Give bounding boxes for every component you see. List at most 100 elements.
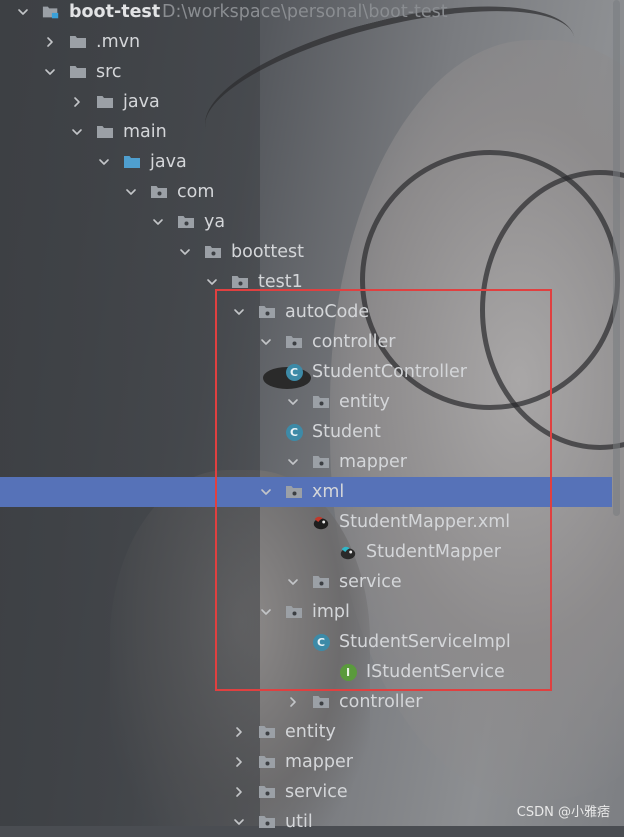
tree-item-label: StudentMapper [366, 542, 501, 562]
tree-row-student[interactable]: C Student [0, 417, 612, 447]
tree-row-java[interactable]: java [0, 87, 612, 117]
tree-row-entity[interactable]: entity [0, 387, 612, 417]
tree-row-boottest[interactable]: boottest [0, 237, 612, 267]
chevron-right-icon[interactable] [285, 694, 301, 710]
tree-item-label: main [123, 122, 167, 142]
chevron-right-icon[interactable] [231, 754, 247, 770]
chevron-right-icon[interactable] [42, 34, 58, 50]
tree-row-studentmapper[interactable]: StudentMapper [0, 537, 612, 567]
tree-row-studentserviceimpl[interactable]: C StudentServiceImpl [0, 627, 612, 657]
class-icon: C [285, 363, 303, 381]
chevron-down-icon[interactable] [96, 154, 112, 170]
tree-row-istudentservice[interactable]: I IStudentService [0, 657, 612, 687]
tree-row-entity[interactable]: entity [0, 717, 612, 747]
folder-icon [96, 124, 114, 140]
project-path: D:\workspace\personal\boot-test [162, 2, 448, 22]
chevron-down-icon[interactable] [258, 604, 274, 620]
scrollbar[interactable] [613, 0, 620, 516]
chevron-down-icon[interactable] [42, 64, 58, 80]
tree-row-studentcontroller[interactable]: C StudentController [0, 357, 612, 387]
chevron-right-icon[interactable] [231, 784, 247, 800]
mybatis-mapper-icon [339, 544, 357, 560]
tree-row-autocode[interactable]: autoCode [0, 297, 612, 327]
package-icon [258, 814, 276, 830]
tree-item-label: impl [312, 602, 350, 622]
source-folder-icon [123, 154, 141, 170]
tree-item-label: autoCode [285, 302, 370, 322]
tree-row--mvn[interactable]: .mvn [0, 27, 612, 57]
tree-row-test1[interactable]: test1 [0, 267, 612, 297]
folder-icon [96, 94, 114, 110]
package-icon [312, 394, 330, 410]
tree-row-studentmapper-xml[interactable]: StudentMapper.xml [0, 507, 612, 537]
folder-icon [69, 34, 87, 50]
tree-item-label: StudentMapper.xml [339, 512, 511, 532]
tree-item-label: StudentServiceImpl [339, 632, 511, 652]
package-icon [312, 574, 330, 590]
tree-item-label: boot-test [69, 2, 161, 22]
chevron-down-icon[interactable] [231, 304, 247, 320]
package-icon [258, 724, 276, 740]
tree-item-label: src [96, 62, 122, 82]
tree-row-mapper[interactable]: mapper [0, 447, 612, 477]
tree-item-label: entity [285, 722, 336, 742]
package-icon [177, 214, 195, 230]
tree-item-label: com [177, 182, 215, 202]
chevron-down-icon[interactable] [150, 214, 166, 230]
package-icon [285, 604, 303, 620]
tree-item-label: util [285, 812, 313, 832]
class-icon: C [285, 423, 303, 441]
project-tree: boot-test D:\workspace\personal\boot-test… [0, 0, 612, 832]
chevron-down-icon[interactable] [285, 574, 301, 590]
tree-row-controller[interactable]: controller [0, 687, 612, 717]
chevron-down-icon[interactable] [258, 484, 274, 500]
package-icon [204, 244, 222, 260]
tree-row-src[interactable]: src [0, 57, 612, 87]
tree-row-com[interactable]: com [0, 177, 612, 207]
chevron-down-icon[interactable] [258, 334, 274, 350]
package-icon [258, 304, 276, 320]
interface-icon: I [339, 663, 357, 681]
chevron-down-icon[interactable] [285, 394, 301, 410]
folder-icon [69, 64, 87, 80]
chevron-right-icon[interactable] [69, 94, 85, 110]
tree-item-label: java [150, 152, 187, 172]
chevron-down-icon[interactable] [285, 454, 301, 470]
tree-item-label: test1 [258, 272, 303, 292]
tree-row-main[interactable]: main [0, 117, 612, 147]
chevron-down-icon[interactable] [123, 184, 139, 200]
chevron-down-icon[interactable] [231, 814, 247, 830]
tree-item-label: ya [204, 212, 226, 232]
tree-item-label: boottest [231, 242, 304, 262]
package-icon [150, 184, 168, 200]
tree-row-impl[interactable]: impl [0, 597, 612, 627]
chevron-down-icon[interactable] [15, 4, 31, 20]
tree-item-label: controller [312, 332, 396, 352]
tree-item-label: IStudentService [366, 662, 505, 682]
tree-row-mapper[interactable]: mapper [0, 747, 612, 777]
tree-item-label: mapper [285, 752, 353, 772]
tree-item-label: StudentController [312, 362, 467, 382]
tree-row-java[interactable]: java [0, 147, 612, 177]
tree-row-ya[interactable]: ya [0, 207, 612, 237]
package-icon [285, 334, 303, 350]
chevron-right-icon[interactable] [231, 724, 247, 740]
class-icon: C [312, 633, 330, 651]
package-icon [285, 484, 303, 500]
tree-row-controller[interactable]: controller [0, 327, 612, 357]
tree-item-label: mapper [339, 452, 407, 472]
tree-row-xml[interactable]: xml [0, 477, 612, 507]
tree-row-boot-test[interactable]: boot-test D:\workspace\personal\boot-test [0, 0, 612, 27]
mybatis-xml-icon [312, 514, 330, 530]
tree-item-label: java [123, 92, 160, 112]
tree-item-label: service [285, 782, 348, 802]
tree-item-label: xml [312, 482, 345, 502]
project-folder-icon [42, 4, 60, 20]
chevron-down-icon[interactable] [204, 274, 220, 290]
chevron-down-icon[interactable] [69, 124, 85, 140]
package-icon [312, 694, 330, 710]
package-icon [258, 754, 276, 770]
watermark: CSDN @小雅痞 [516, 805, 610, 820]
tree-row-service[interactable]: service [0, 567, 612, 597]
chevron-down-icon[interactable] [177, 244, 193, 260]
